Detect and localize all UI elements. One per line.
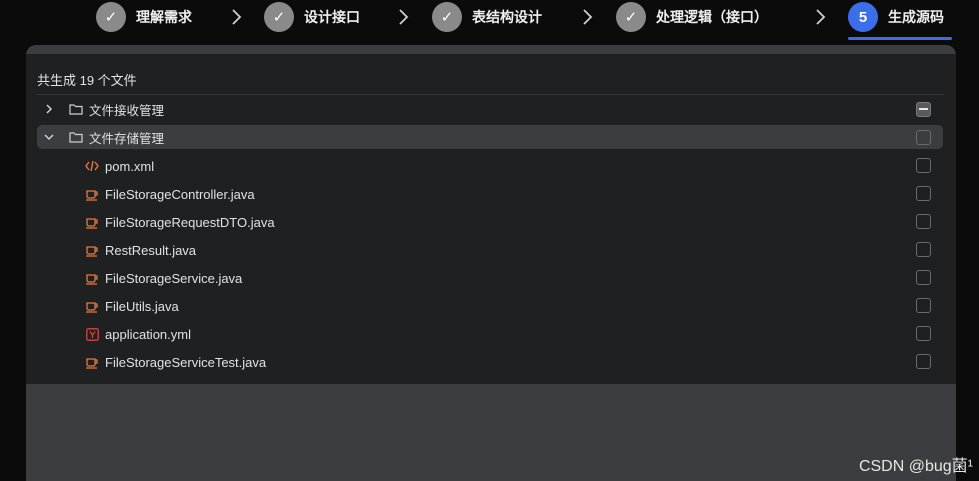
chevron-down-icon[interactable] [41, 133, 57, 141]
file-checkbox[interactable] [916, 326, 931, 341]
file-row[interactable]: RestResult.java [37, 238, 943, 262]
java-icon [85, 187, 99, 201]
file-name: application.yml [105, 326, 191, 342]
step-label: 处理逻辑（接口） [656, 9, 768, 25]
folder-name: 文件接收管理 [89, 103, 165, 118]
file-row[interactable]: FileUtils.java [37, 294, 943, 318]
java-icon [85, 215, 99, 229]
folder-checkbox[interactable] [916, 130, 931, 145]
step-label: 生成源码 [888, 9, 944, 25]
file-count-summary: 共生成 19 个文件 [37, 73, 137, 88]
folder-icon [69, 132, 83, 143]
file-checkbox[interactable] [916, 354, 931, 369]
check-icon: ✓ [96, 2, 126, 32]
step-number-badge: 5 [848, 2, 878, 32]
step-label: 表结构设计 [472, 9, 542, 25]
file-checkbox[interactable] [916, 158, 931, 173]
file-row[interactable]: pom.xml [37, 154, 943, 178]
java-icon [85, 271, 99, 285]
chevron-right-icon [399, 9, 409, 25]
file-checkbox[interactable] [916, 298, 931, 313]
file-name: FileStorageService.java [105, 270, 243, 286]
file-name: FileStorageController.java [105, 186, 255, 202]
step-3[interactable]: ✓ 表结构设计 [432, 2, 542, 32]
file-tree-panel: 共生成 19 个文件 文件接收管理 文件存储管理 pom.xml FileSto… [26, 54, 956, 384]
check-icon: ✓ [432, 2, 462, 32]
chevron-right-icon [583, 9, 593, 25]
file-row[interactable]: FileStorageRequestDTO.java [37, 210, 943, 234]
file-checkbox[interactable] [916, 186, 931, 201]
file-name: FileUtils.java [105, 298, 179, 314]
step-label: 设计接口 [304, 9, 360, 25]
file-name: FileStorageRequestDTO.java [105, 214, 275, 230]
chevron-right-icon[interactable] [41, 104, 57, 114]
file-row[interactable]: FileStorageService.java [37, 266, 943, 290]
file-row[interactable]: FileStorageController.java [37, 182, 943, 206]
step-2[interactable]: ✓ 设计接口 [264, 2, 360, 32]
file-checkbox[interactable] [916, 214, 931, 229]
file-name: pom.xml [105, 158, 155, 174]
yaml-icon [85, 327, 99, 341]
chevron-right-icon [232, 9, 242, 25]
folder-row[interactable]: 文件接收管理 [37, 97, 943, 121]
file-name: FileStorageServiceTest.java [105, 354, 267, 370]
folder-icon [69, 104, 83, 115]
folder-name: 文件存储管理 [89, 131, 165, 146]
java-icon [85, 299, 99, 313]
file-row[interactable]: FileStorageServiceTest.java [37, 350, 943, 374]
step-1[interactable]: ✓ 理解需求 [96, 2, 192, 32]
divider [37, 94, 944, 95]
step-5[interactable]: 5 生成源码 [848, 2, 952, 40]
file-checkbox[interactable] [916, 242, 931, 257]
folder-checkbox[interactable] [916, 102, 931, 117]
watermark: CSDN @bug菌¹ [858, 458, 973, 475]
file-checkbox[interactable] [916, 270, 931, 285]
stepper: ✓ 理解需求 ✓ 设计接口 ✓ 表结构设计 ✓ 处理逻辑（接口） 5 生成源码 [0, 0, 979, 40]
chevron-right-icon [816, 9, 826, 25]
check-icon: ✓ [264, 2, 294, 32]
step-label: 理解需求 [136, 9, 192, 25]
file-name: RestResult.java [105, 242, 197, 258]
file-row[interactable]: application.yml [37, 322, 943, 346]
xml-icon [85, 159, 99, 173]
java-icon [85, 243, 99, 257]
step-4[interactable]: ✓ 处理逻辑（接口） [616, 2, 768, 32]
check-icon: ✓ [616, 2, 646, 32]
folder-row[interactable]: 文件存储管理 [37, 125, 943, 149]
java-icon [85, 355, 99, 369]
